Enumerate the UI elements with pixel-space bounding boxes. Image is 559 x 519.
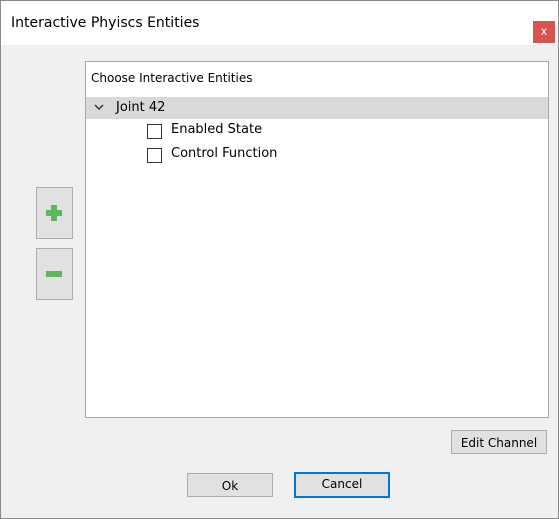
control-function-label: Control Function: [171, 146, 278, 161]
tree-child-control-function[interactable]: Control Function: [147, 146, 387, 166]
close-button[interactable]: x: [533, 21, 555, 43]
chevron-down-icon[interactable]: [92, 100, 106, 114]
ok-button[interactable]: Ok: [187, 473, 273, 497]
remove-button[interactable]: [36, 248, 73, 300]
minus-icon: [46, 271, 62, 277]
dialog-window: Interactive Phyiscs Entities x Choose In…: [0, 0, 559, 519]
enabled-state-checkbox[interactable]: [147, 124, 162, 139]
entity-tree-panel[interactable]: Choose Interactive Entities Joint 42 Ena…: [85, 61, 549, 418]
tree-node-joint[interactable]: Joint 42: [86, 97, 548, 119]
tree-child-enabled-state[interactable]: Enabled State: [147, 122, 387, 142]
add-button[interactable]: [36, 187, 73, 239]
edit-channel-button[interactable]: Edit Channel: [451, 430, 547, 454]
control-function-checkbox[interactable]: [147, 148, 162, 163]
tree-node-label: Joint 42: [116, 100, 166, 115]
plus-icon: [46, 205, 62, 221]
dialog-title: Interactive Phyiscs Entities: [11, 15, 200, 31]
enabled-state-label: Enabled State: [171, 122, 263, 137]
title-bar[interactable]: Interactive Phyiscs Entities x: [1, 1, 558, 45]
panel-header: Choose Interactive Entities: [91, 71, 253, 85]
cancel-button[interactable]: Cancel: [294, 472, 390, 498]
